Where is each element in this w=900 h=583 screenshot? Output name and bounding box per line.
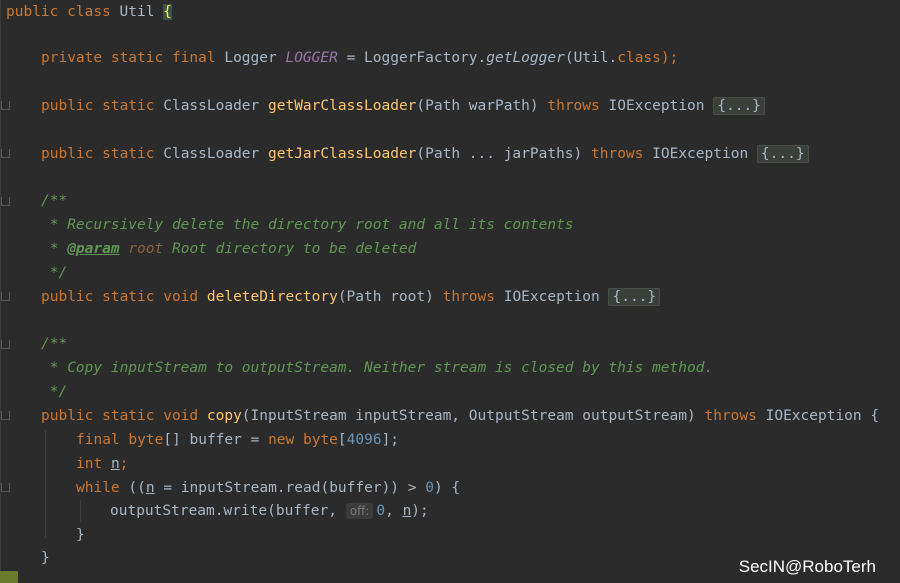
parameter-hint: off: — [345, 503, 374, 519]
code-editor[interactable]: public class Util { private static final… — [0, 0, 900, 583]
code-line-int-n[interactable]: int n; — [76, 453, 128, 475]
folded-code-block[interactable]: {...} — [713, 97, 765, 115]
code-line-deletedirectory[interactable]: public static void deleteDirectory(Path … — [41, 286, 661, 308]
doc-comment-close: */ — [41, 384, 68, 400]
folded-code-block[interactable]: {...} — [756, 145, 809, 163]
code-line-while[interactable]: while ((n = inputStream.read(buffer)) > … — [76, 477, 460, 499]
doc-comment-open: /** — [41, 336, 68, 352]
fold-marker-icon[interactable] — [1, 340, 10, 349]
fold-marker-icon[interactable] — [1, 101, 10, 110]
code-line-copy[interactable]: public static void copy(InputStream inpu… — [41, 405, 879, 427]
caret-line-marker — [0, 571, 18, 583]
fold-marker-icon[interactable] — [1, 197, 10, 206]
fold-marker-icon[interactable] — [1, 149, 10, 158]
code-line-getjarclassloader[interactable]: public static ClassLoader getJarClassLoa… — [41, 143, 809, 165]
fold-marker-icon[interactable] — [1, 292, 10, 301]
watermark: SecIN@RoboTerh — [738, 557, 876, 576]
code-line-class-decl[interactable]: public class Util { — [6, 1, 172, 23]
code-line-buffer[interactable]: final byte[] buffer = new byte[4096]; — [76, 429, 399, 451]
code-line-write[interactable]: outputStream.write(buffer, off: 0, n); — [110, 500, 429, 522]
folded-code-block[interactable]: {...} — [608, 288, 661, 306]
indent-guide — [45, 430, 46, 538]
doc-comment-param-line: * @param root Root directory to be delet… — [41, 241, 417, 257]
doc-comment-open: /** — [41, 193, 68, 209]
doc-comment-line: * Recursively delete the directory root … — [41, 217, 574, 233]
code-line-getwarclassloader[interactable]: public static ClassLoader getWarClassLoa… — [41, 95, 765, 117]
fold-marker-icon[interactable] — [1, 411, 10, 420]
doc-comment-line: * Copy inputStream to outputStream. Neit… — [41, 360, 714, 376]
code-line-close-method[interactable]: } — [41, 547, 50, 569]
indent-guide — [80, 500, 81, 522]
doc-comment-close: */ — [41, 265, 68, 281]
code-line-close-while[interactable]: } — [76, 524, 85, 546]
fold-marker-icon[interactable] — [1, 483, 10, 492]
code-line-logger[interactable]: private static final Logger LOGGER = Log… — [41, 47, 678, 69]
